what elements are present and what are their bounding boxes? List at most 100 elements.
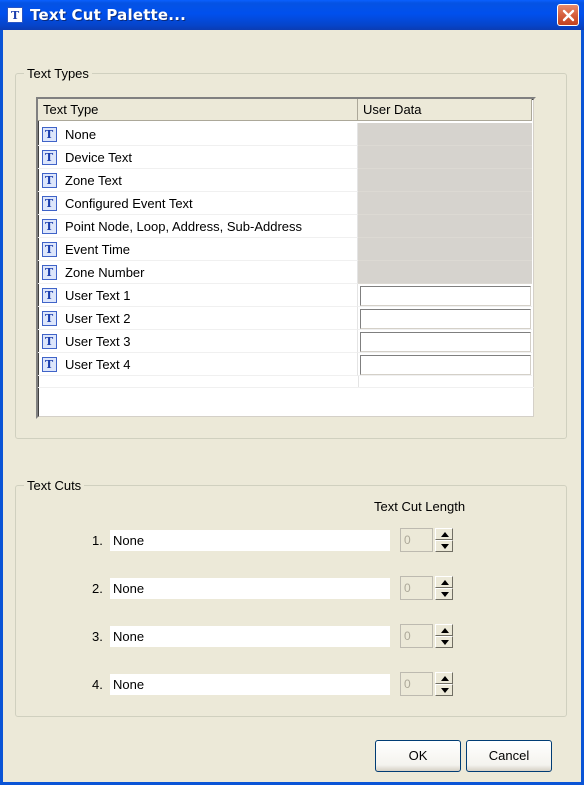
text-types-grid: Text Type User Data T None T Device Text T Zo…	[36, 97, 536, 419]
text-cut-row: 4. None 0	[0, 672, 584, 696]
ok-button[interactable]: OK	[375, 740, 461, 772]
text-type-row[interactable]: T Point Node, Loop, Address, Sub-Address	[38, 215, 534, 238]
text-cut-length-spinner[interactable]: 0	[400, 576, 457, 600]
text-type-cell[interactable]: T Event Time	[38, 238, 358, 261]
grid-header: Text Type User Data	[38, 99, 534, 121]
text-cut-number: 1.	[92, 533, 103, 548]
arrow-down-icon	[441, 592, 449, 597]
text-type-cell[interactable]: T User Text 4	[38, 353, 358, 376]
user-data-cell-disabled	[358, 146, 532, 169]
cancel-button[interactable]: Cancel	[466, 740, 552, 772]
spin-up-button[interactable]	[435, 672, 453, 684]
text-type-icon: T	[42, 265, 57, 280]
text-cut-length-header: Text Cut Length	[374, 499, 466, 514]
text-type-cell[interactable]: T Zone Text	[38, 169, 358, 192]
title-bar[interactable]: T Text Cut Palette...	[0, 0, 584, 30]
text-type-cell[interactable]: T Device Text	[38, 146, 358, 169]
text-cut-length-spinner[interactable]: 0	[400, 528, 457, 552]
user-data-input[interactable]	[360, 332, 531, 352]
column-header-user-data[interactable]: User Data	[358, 99, 532, 121]
text-cut-length-input[interactable]: 0	[400, 576, 433, 600]
user-data-cell-disabled	[358, 169, 532, 192]
user-data-input[interactable]	[360, 309, 531, 329]
text-type-icon: T	[42, 242, 57, 257]
text-type-row[interactable]: T Zone Number	[38, 261, 534, 284]
user-data-cell-disabled	[358, 261, 532, 284]
text-type-row[interactable]: T Device Text	[38, 146, 534, 169]
column-header-text-type[interactable]: Text Type	[38, 99, 358, 121]
text-type-icon: T	[42, 334, 57, 349]
user-data-cell-disabled	[358, 123, 532, 146]
arrow-up-icon	[441, 628, 449, 633]
text-cut-number: 4.	[92, 677, 103, 692]
text-type-icon: T	[42, 219, 57, 234]
text-type-cell[interactable]: T User Text 2	[38, 307, 358, 330]
text-type-icon: T	[7, 7, 23, 23]
text-cut-length-input[interactable]: 0	[400, 672, 433, 696]
text-type-cell[interactable]: T Zone Number	[38, 261, 358, 284]
text-type-row[interactable]: T Zone Text	[38, 169, 534, 192]
text-cut-field[interactable]: None	[110, 626, 390, 647]
text-type-row[interactable]: T User Text 2	[38, 307, 534, 330]
text-cut-row: 3. None 0	[0, 624, 584, 648]
spin-down-button[interactable]	[435, 636, 453, 648]
text-cuts-legend: Text Cuts	[24, 478, 85, 493]
text-type-row[interactable]: T None	[38, 123, 534, 146]
user-data-cell[interactable]	[358, 353, 532, 376]
arrow-down-icon	[441, 640, 449, 645]
text-cut-row: 1. None 0	[0, 528, 584, 552]
text-type-icon: T	[42, 127, 57, 142]
text-type-cell[interactable]: T User Text 3	[38, 330, 358, 353]
user-data-cell[interactable]	[358, 307, 532, 330]
user-data-input[interactable]	[360, 286, 531, 306]
text-type-label: Point Node, Loop, Address, Sub-Address	[65, 219, 303, 234]
text-type-icon: T	[42, 311, 57, 326]
text-type-icon: T	[42, 288, 57, 303]
text-type-label: Event Time	[65, 242, 131, 257]
spin-up-button[interactable]	[435, 576, 453, 588]
spin-up-button[interactable]	[435, 528, 453, 540]
user-data-cell[interactable]	[358, 330, 532, 353]
text-type-icon: T	[42, 150, 57, 165]
text-type-cell[interactable]: T None	[38, 123, 358, 146]
window-title: Text Cut Palette...	[30, 6, 186, 24]
text-type-row[interactable]: T User Text 1	[38, 284, 534, 307]
user-data-cell-disabled	[358, 238, 532, 261]
arrow-up-icon	[441, 580, 449, 585]
user-data-cell[interactable]	[358, 284, 532, 307]
spin-down-button[interactable]	[435, 540, 453, 552]
text-type-row[interactable]: T Configured Event Text	[38, 192, 534, 215]
text-type-icon: T	[42, 196, 57, 211]
arrow-up-icon	[441, 532, 449, 537]
spin-down-button[interactable]	[435, 588, 453, 600]
text-cut-field[interactable]: None	[110, 530, 390, 551]
text-cut-length-spinner[interactable]: 0	[400, 624, 457, 648]
text-cut-length-input[interactable]: 0	[400, 528, 433, 552]
text-type-cell[interactable]: T Point Node, Loop, Address, Sub-Address	[38, 215, 358, 238]
close-icon	[562, 9, 575, 22]
empty-row	[38, 376, 534, 388]
text-cut-row: 2. None 0	[0, 576, 584, 600]
user-data-cell-disabled	[358, 192, 532, 215]
text-type-cell[interactable]: T User Text 1	[38, 284, 358, 307]
text-cut-field[interactable]: None	[110, 578, 390, 599]
text-type-label: User Text 2	[65, 311, 131, 326]
text-type-cell[interactable]: T Configured Event Text	[38, 192, 358, 215]
text-cut-length-input[interactable]: 0	[400, 624, 433, 648]
close-button[interactable]	[557, 4, 579, 26]
user-data-input[interactable]	[360, 355, 531, 375]
text-cut-field[interactable]: None	[110, 674, 390, 695]
spin-up-button[interactable]	[435, 624, 453, 636]
spin-down-button[interactable]	[435, 684, 453, 696]
text-type-row[interactable]: T User Text 4	[38, 353, 534, 376]
text-type-row[interactable]: T User Text 3	[38, 330, 534, 353]
text-cut-number: 3.	[92, 629, 103, 644]
arrow-down-icon	[441, 688, 449, 693]
text-types-legend: Text Types	[24, 66, 92, 81]
text-type-label: None	[65, 127, 97, 142]
text-cut-length-spinner[interactable]: 0	[400, 672, 457, 696]
text-type-label: User Text 1	[65, 288, 131, 303]
text-type-label: User Text 3	[65, 334, 131, 349]
text-type-row[interactable]: T Event Time	[38, 238, 534, 261]
text-cut-number: 2.	[92, 581, 103, 596]
